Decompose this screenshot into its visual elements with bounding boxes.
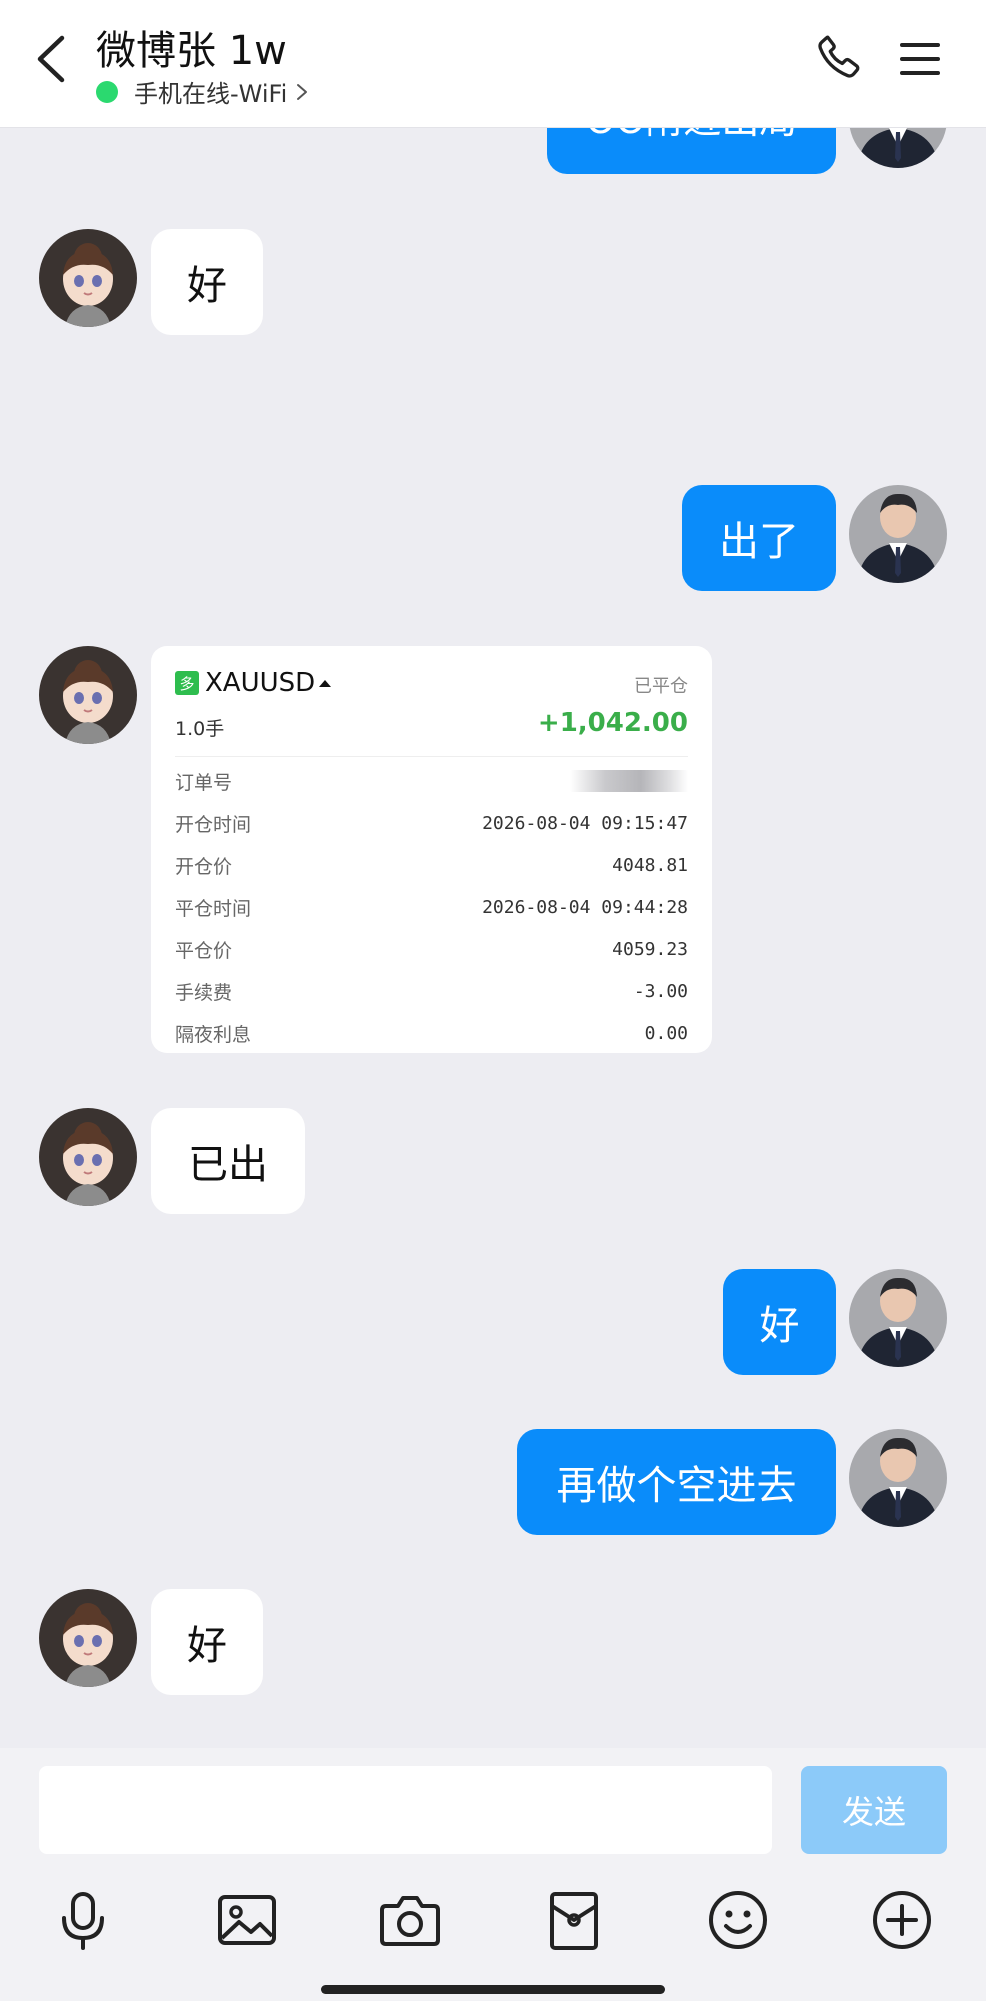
detail-label: 平仓时间 <box>175 897 252 920</box>
own-avatar[interactable] <box>849 485 947 583</box>
detail-value: 2026-08-04 09:44:28 <box>482 896 688 918</box>
detail-label: 隔夜利息 <box>175 1023 252 1046</box>
message-text: 好 <box>759 1303 800 1349</box>
input-area: 发送 <box>0 1748 986 2001</box>
message-bubble-out[interactable]: 再做个空进去 <box>517 1429 836 1535</box>
image-icon[interactable] <box>215 1888 279 1952</box>
chat-header: 微博张 1w 手机在线-WiFi <box>0 0 986 128</box>
detail-row-open-price: 开仓价 4048.81 <box>175 850 688 880</box>
message-input[interactable] <box>39 1766 772 1854</box>
contact-avatar[interactable] <box>39 1589 137 1687</box>
chevron-right-icon <box>295 83 309 101</box>
detail-row-order-id: 订单号 <box>175 766 688 796</box>
detail-value: -3.00 <box>633 980 688 1002</box>
trade-lots: 1.0手 <box>175 718 225 740</box>
detail-value: 2026-08-04 09:15:47 <box>482 812 688 834</box>
contact-avatar[interactable] <box>39 646 137 744</box>
emoji-icon[interactable] <box>706 1888 770 1952</box>
message-bubble-in[interactable]: 已出 <box>151 1108 305 1214</box>
back-icon[interactable] <box>32 34 72 84</box>
detail-value: 4048.81 <box>612 854 688 876</box>
trade-status: 已平仓 <box>634 676 688 697</box>
trade-record-card[interactable]: 多 XAUUSD 已平仓 1.0手 +1,042.00 订单号 开仓时间 202… <box>151 646 712 1053</box>
message-text: 已出 <box>188 1142 268 1188</box>
own-avatar[interactable] <box>849 1429 947 1527</box>
card-divider <box>175 756 688 757</box>
plus-icon[interactable] <box>870 1888 934 1952</box>
message-bubble-in[interactable]: 好 <box>151 1589 263 1695</box>
contact-avatar[interactable] <box>39 229 137 327</box>
trade-symbol: XAUUSD <box>205 668 316 698</box>
detail-label: 手续费 <box>175 981 233 1004</box>
message-text: 好 <box>187 263 227 309</box>
microphone-icon[interactable] <box>51 1888 115 1952</box>
red-packet-icon[interactable] <box>542 1888 606 1952</box>
detail-label: 订单号 <box>175 771 233 794</box>
detail-value: 4059.23 <box>612 938 688 960</box>
online-status[interactable]: 手机在线-WiFi <box>96 74 309 109</box>
detail-row-open-time: 开仓时间 2026-08-04 09:15:47 <box>175 808 688 838</box>
message-text: 好 <box>187 1623 227 1669</box>
message-bubble-out[interactable]: 好 <box>723 1269 836 1375</box>
message-text: 再做个空进去 <box>556 1463 797 1509</box>
status-text: 手机在线-WiFi <box>134 80 288 108</box>
contact-avatar[interactable] <box>39 1108 137 1206</box>
redacted-order-id <box>570 770 688 792</box>
camera-icon[interactable] <box>378 1888 442 1952</box>
menu-icon[interactable] <box>898 40 942 78</box>
faint-artifact <box>465 392 545 420</box>
message-text: 出了 <box>719 519 799 565</box>
detail-value: 0.00 <box>644 1022 688 1044</box>
home-indicator[interactable] <box>321 1985 665 1994</box>
detail-row-close-time: 平仓时间 2026-08-04 09:44:28 <box>175 892 688 922</box>
online-dot-icon <box>96 80 118 103</box>
contact-name[interactable]: 微博张 1w <box>96 18 287 76</box>
message-bubble-in[interactable]: 好 <box>151 229 263 335</box>
message-bubble-out[interactable]: 出了 <box>682 485 836 591</box>
own-avatar[interactable] <box>849 1269 947 1367</box>
detail-row-commission: 手续费 -3.00 <box>175 976 688 1006</box>
phone-call-icon[interactable] <box>814 32 864 82</box>
detail-label: 开仓时间 <box>175 813 252 836</box>
detail-label: 开仓价 <box>175 855 233 878</box>
send-button[interactable]: 发送 <box>801 1766 947 1854</box>
trade-profit: +1,042.00 <box>537 708 688 738</box>
detail-row-close-price: 平仓价 4059.23 <box>175 934 688 964</box>
detail-row-swap: 隔夜利息 0.00 <box>175 1018 688 1048</box>
caret-up-icon <box>319 679 332 687</box>
long-direction-badge: 多 <box>175 671 199 695</box>
detail-label: 平仓价 <box>175 939 233 962</box>
symbol-row: 多 XAUUSD <box>175 668 332 698</box>
